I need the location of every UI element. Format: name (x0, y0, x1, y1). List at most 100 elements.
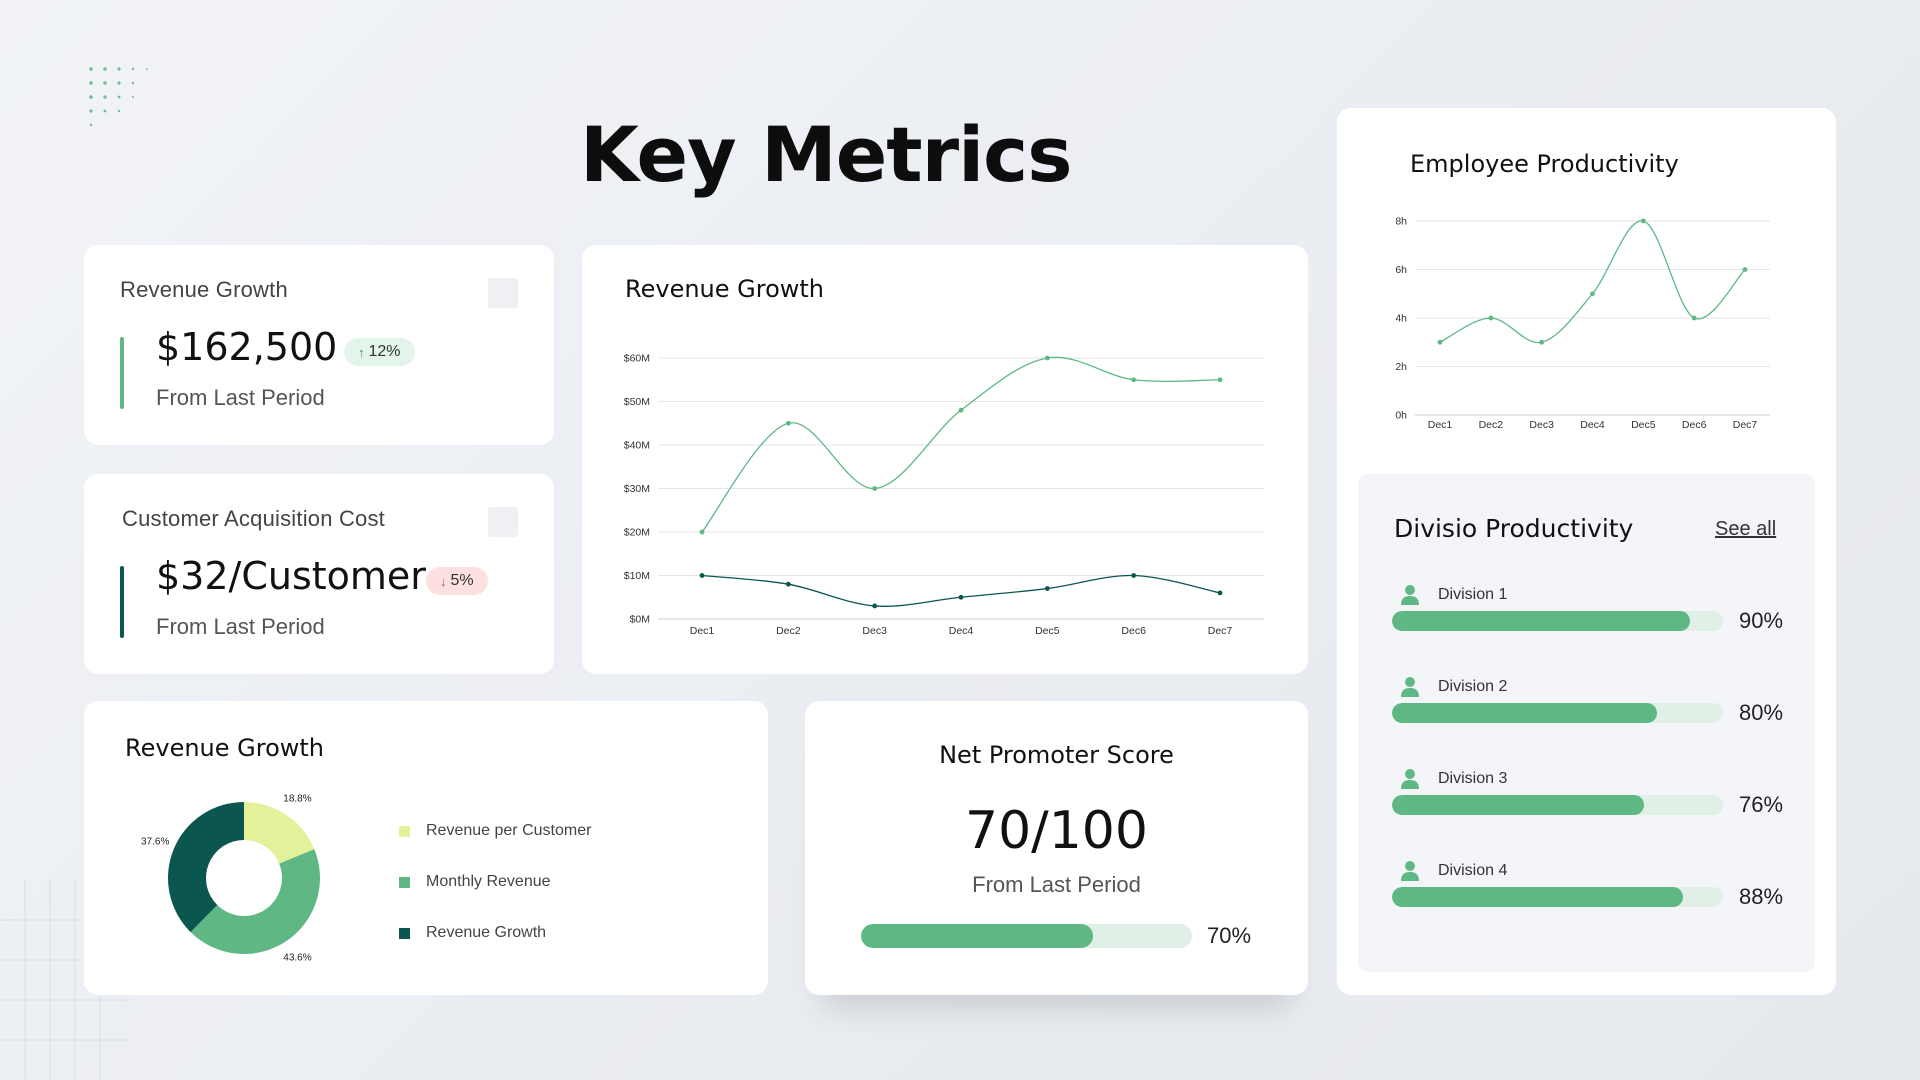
kpi-card-revenue: Revenue Growth $162,500 ↑ 12% From Last … (84, 245, 554, 445)
y-tick-label: 4h (1395, 313, 1407, 325)
change-badge: ↓ 5% (426, 567, 488, 595)
legend-swatch (399, 927, 410, 939)
x-tick-label: Dec5 (1035, 625, 1060, 637)
x-tick-label: Dec1 (1428, 419, 1453, 431)
revenue-line-chart: $0M $10M $20M $30M $40M $50M $60M Dec1 Dec2 Dec3 D… (624, 353, 1264, 637)
data-point[interactable] (1217, 377, 1223, 383)
user-icon (1401, 585, 1419, 605)
accent-bar (120, 566, 124, 638)
donut-slice[interactable] (168, 802, 244, 933)
slice-value-label: 43.6% (283, 953, 311, 964)
nps-progress-track (861, 924, 1192, 948)
y-tick-label: 2h (1395, 361, 1407, 373)
data-point[interactable] (1539, 339, 1545, 345)
division-name: Division 4 (1438, 862, 1508, 879)
data-point[interactable] (1217, 590, 1223, 596)
x-tick-label: Dec7 (1733, 419, 1758, 431)
series-line-1 (1439, 220, 1746, 344)
y-tick-label: $10M (624, 570, 650, 582)
arrow-down-icon: ↓ (440, 573, 447, 589)
data-point[interactable] (699, 573, 705, 578)
decorative-dots (89, 67, 148, 127)
legend-item: Revenue Growth (399, 924, 546, 942)
data-point[interactable] (1044, 355, 1050, 361)
division-panel: Divisio Productivity See all Division 1 9… (1358, 474, 1815, 972)
data-point[interactable] (1488, 315, 1494, 321)
data-point[interactable] (1044, 586, 1050, 591)
y-tick-label: $40M (624, 440, 650, 452)
legend-label: Monthly Revenue (426, 873, 551, 890)
data-point[interactable] (1590, 291, 1595, 297)
data-point[interactable] (785, 581, 791, 587)
division-name: Division 3 (1438, 770, 1508, 787)
arrow-up-icon: ↑ (358, 344, 365, 360)
legend-swatch (399, 825, 410, 837)
revenue-donut-chart: 18.8% 43.6% 37.6% (141, 793, 320, 964)
nps-progress-fill (861, 924, 1093, 948)
kpi-sub: From Last Period (156, 385, 325, 410)
change-value: 12% (368, 343, 401, 360)
x-tick-label: Dec7 (1208, 625, 1233, 637)
division-percent: 90% (1739, 608, 1784, 633)
x-tick-label: Dec3 (862, 625, 887, 637)
kpi-value: $32/Customer (156, 554, 426, 598)
division-percent: 88% (1739, 884, 1784, 909)
kpi-label: Customer Acquisition Cost (122, 506, 385, 531)
division-percent: 76% (1739, 792, 1784, 817)
legend-label: Revenue Growth (426, 924, 547, 941)
nps-progress-label: 70% (1207, 923, 1252, 948)
data-point[interactable] (1640, 218, 1646, 224)
checkbox[interactable] (488, 278, 518, 308)
change-value: 5% (450, 572, 474, 589)
data-point[interactable] (1691, 315, 1697, 321)
division-progress-track (1392, 887, 1723, 907)
user-icon (1401, 769, 1419, 789)
division-title: Divisio Productivity (1394, 514, 1634, 543)
division-name: Division 1 (1438, 586, 1508, 603)
slice-value-label: 18.8% (283, 793, 311, 804)
y-tick-label: $0M (630, 614, 650, 626)
data-point[interactable] (1131, 377, 1137, 383)
data-point[interactable] (958, 594, 964, 600)
card-title: Net Promoter Score (939, 741, 1174, 769)
x-tick-label: Dec3 (1529, 419, 1554, 431)
division-progress-fill (1392, 611, 1690, 631)
y-tick-label: $20M (624, 527, 650, 539)
division-progress-track (1392, 611, 1723, 631)
data-point[interactable] (699, 529, 705, 535)
x-tick-label: Dec6 (1682, 419, 1707, 431)
x-tick-label: Dec4 (949, 625, 974, 637)
division-percent: 80% (1739, 700, 1784, 725)
nps-sub: From Last Period (972, 872, 1141, 897)
checkbox[interactable] (488, 507, 518, 537)
data-point[interactable] (958, 407, 964, 413)
data-point[interactable] (872, 486, 878, 491)
series-line-2 (701, 574, 1221, 607)
data-point[interactable] (785, 420, 791, 426)
legend-swatch (399, 876, 410, 888)
division-name: Division 2 (1438, 678, 1508, 695)
y-tick-label: 0h (1395, 410, 1407, 422)
division-progress-fill (1392, 795, 1644, 815)
kpi-value: $162,500 (156, 325, 338, 369)
productivity-card: Employee Productivity 0h 2h 4h 6h 8h Dec1 Dec2… (1337, 108, 1836, 995)
data-point[interactable] (872, 603, 878, 609)
x-tick-label: Dec1 (690, 625, 715, 637)
employee-line-chart: 0h 2h 4h 6h 8h Dec1 Dec2 Dec3 Dec4 Dec5 Dec6 Dec7 (1395, 216, 1770, 431)
division-row: Division 2 80% (1358, 676, 1815, 746)
division-progress-fill (1392, 887, 1684, 907)
x-tick-label: Dec6 (1121, 625, 1146, 637)
x-tick-label: Dec5 (1631, 419, 1656, 431)
division-progress-fill (1392, 703, 1657, 723)
user-icon (1401, 677, 1419, 697)
kpi-sub: From Last Period (156, 614, 325, 639)
see-all-link[interactable]: See all (1715, 518, 1776, 541)
data-point[interactable] (1742, 267, 1748, 272)
data-point[interactable] (1437, 339, 1443, 345)
legend-label: Revenue per Customer (426, 822, 592, 839)
kpi-label: Revenue Growth (120, 277, 288, 302)
kpi-card-cac: Customer Acquisition Cost $32/Customer ↓… (84, 474, 554, 674)
revenue-donut-card: Revenue Growth 18.8% 43.6% 37.6% Revenue p… (84, 701, 768, 995)
legend-item: Revenue per Customer (399, 822, 591, 840)
data-point[interactable] (1131, 573, 1137, 578)
